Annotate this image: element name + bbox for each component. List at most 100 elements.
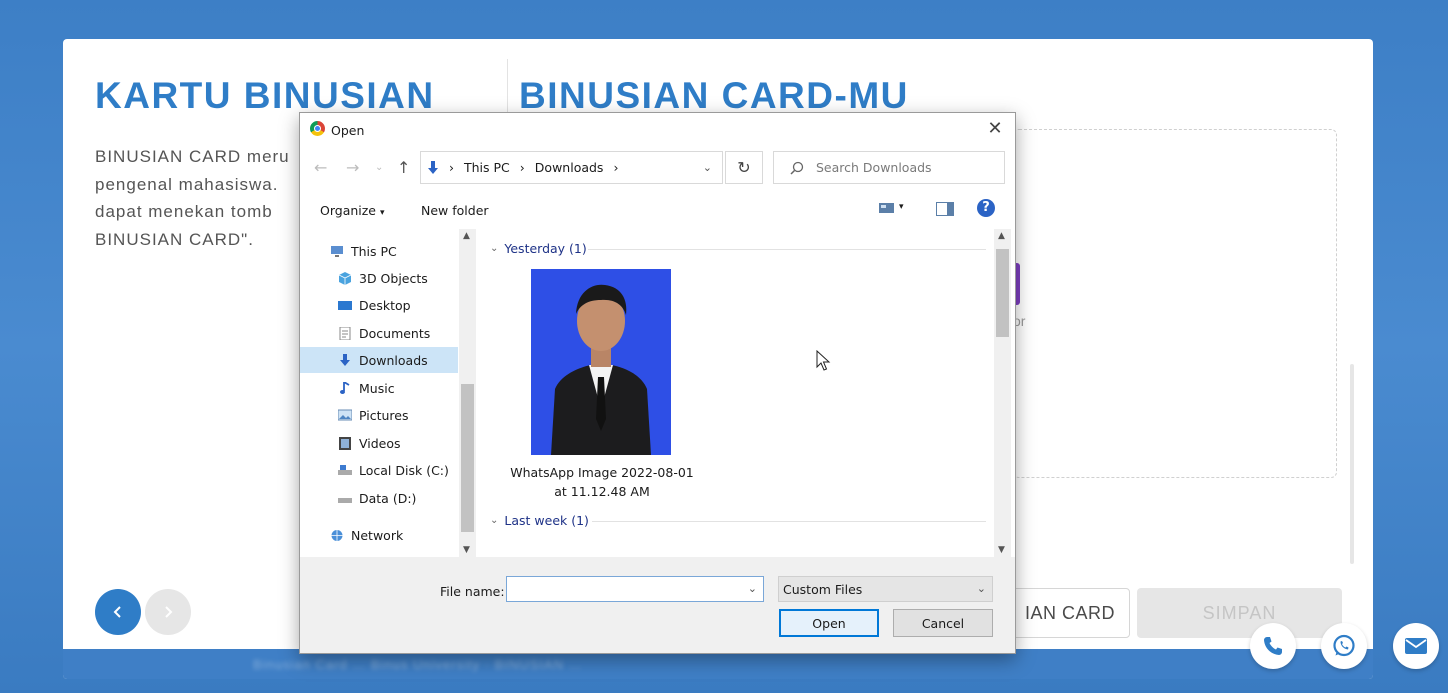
prev-button[interactable] bbox=[95, 589, 141, 635]
nav-item-data-d[interactable]: Data (D:) bbox=[300, 485, 458, 511]
group-divider bbox=[588, 249, 986, 250]
chevron-left-icon bbox=[113, 606, 121, 618]
help-icon[interactable]: ? bbox=[977, 199, 995, 217]
nav-item-music[interactable]: Music bbox=[300, 375, 458, 401]
chevron-down-icon[interactable]: ⌄ bbox=[703, 161, 712, 174]
nav-label: Documents bbox=[359, 325, 431, 341]
nav-label: Pictures bbox=[359, 407, 409, 423]
search-icon bbox=[790, 161, 804, 175]
back-arrow-icon[interactable]: ← bbox=[314, 158, 327, 177]
simpan-button[interactable]: SIMPAN bbox=[1137, 588, 1342, 638]
scroll-up-icon[interactable]: ▲ bbox=[463, 231, 470, 241]
new-folder-button[interactable]: New folder bbox=[421, 203, 489, 218]
close-icon[interactable]: ✕ bbox=[985, 119, 1005, 139]
music-icon bbox=[340, 381, 350, 394]
whatsapp-icon bbox=[1333, 634, 1355, 657]
nav-item-3d-objects[interactable]: 3D Objects bbox=[300, 265, 458, 291]
nav-label: Desktop bbox=[359, 297, 411, 313]
document-icon bbox=[339, 326, 351, 340]
nav-item-this-pc[interactable]: This PC bbox=[300, 238, 458, 264]
nav-label: Downloads bbox=[359, 352, 428, 368]
right-scrollbar[interactable] bbox=[1350, 364, 1354, 564]
dialog-bottom-area: File name: ⌄ Custom Files ⌄ Open Cancel bbox=[300, 557, 1015, 653]
nav-label: Videos bbox=[359, 435, 401, 451]
nav-label: This PC bbox=[351, 243, 397, 259]
file-scroll-thumb[interactable] bbox=[996, 249, 1009, 337]
group-label: Yesterday (1) bbox=[504, 241, 587, 256]
nav-label: Local Disk (C:) bbox=[359, 462, 449, 478]
disk-icon bbox=[338, 464, 352, 475]
breadcrumb-separator: › bbox=[449, 160, 454, 175]
whatsapp-button[interactable] bbox=[1321, 623, 1367, 669]
phone-icon bbox=[1264, 637, 1282, 655]
nav-item-documents[interactable]: Documents bbox=[300, 320, 458, 346]
nav-scroll-thumb[interactable] bbox=[461, 384, 474, 532]
file-list-pane: ⌄ Yesterday (1) WhatsApp Image 2022-08-0… bbox=[480, 229, 1014, 557]
disk-icon bbox=[338, 497, 352, 503]
dialog-title: Open bbox=[331, 123, 365, 138]
kartu-binusian-title: KARTU BINUSIAN bbox=[95, 75, 435, 116]
caret-down-icon: ▾ bbox=[898, 202, 904, 212]
file-name-input[interactable]: ⌄ bbox=[506, 576, 764, 602]
file-type-filter[interactable]: Custom Files ⌄ bbox=[778, 576, 993, 602]
scroll-up-icon[interactable]: ▲ bbox=[998, 231, 1005, 241]
upload-dropzone[interactable] bbox=[1013, 129, 1337, 478]
view-options-button[interactable]: ▾ bbox=[879, 202, 904, 217]
next-button[interactable] bbox=[145, 589, 191, 635]
network-icon bbox=[331, 529, 343, 541]
phone-button[interactable] bbox=[1250, 623, 1296, 669]
footer-text: Binusian Card … Binus University · BINUS… bbox=[253, 657, 583, 672]
scroll-down-icon[interactable]: ▼ bbox=[463, 545, 470, 555]
photo-person-image bbox=[531, 269, 671, 455]
caret-down-icon: ▾ bbox=[379, 208, 385, 218]
nav-item-local-disk-c[interactable]: Local Disk (C:) bbox=[300, 457, 458, 483]
address-bar[interactable]: › This PC › Downloads › ⌄ bbox=[420, 151, 723, 184]
nav-item-network[interactable]: Network bbox=[300, 522, 458, 548]
nav-item-videos[interactable]: Videos bbox=[300, 430, 458, 456]
search-input[interactable]: Search Downloads bbox=[773, 151, 1005, 184]
cancel-button[interactable]: Cancel bbox=[893, 609, 993, 637]
recent-dropdown-icon[interactable]: ⌄ bbox=[375, 162, 383, 173]
chevron-down-icon: ⌄ bbox=[490, 515, 499, 526]
breadcrumb-separator: › bbox=[613, 160, 619, 175]
preview-pane-button[interactable] bbox=[936, 202, 954, 219]
refresh-icon: ↻ bbox=[737, 158, 751, 177]
chevron-down-icon[interactable]: ⌄ bbox=[748, 582, 757, 595]
dialog-titlebar: Open ✕ bbox=[300, 113, 1015, 147]
file-name-label[interactable]: WhatsApp Image 2022-08-01 at 11.12.48 AM bbox=[506, 463, 698, 501]
file-name-line: WhatsApp Image 2022-08-01 bbox=[510, 465, 694, 480]
group-last-week[interactable]: ⌄ Last week (1) bbox=[490, 513, 589, 528]
mail-icon bbox=[1405, 638, 1427, 654]
nav-label: Network bbox=[351, 527, 404, 543]
chrome-icon bbox=[310, 121, 325, 136]
forward-arrow-icon[interactable]: → bbox=[346, 158, 359, 177]
refresh-button[interactable]: ↻ bbox=[725, 151, 763, 184]
file-thumbnail[interactable] bbox=[531, 269, 671, 455]
nav-pane-scrollbar[interactable]: ▲ ▼ bbox=[459, 229, 476, 557]
nav-item-downloads[interactable]: Downloads bbox=[300, 347, 458, 373]
breadcrumb-downloads[interactable]: Downloads bbox=[535, 160, 604, 175]
cube-icon bbox=[338, 271, 352, 285]
organize-button[interactable]: Organize ▾ bbox=[320, 203, 385, 218]
download-icon bbox=[340, 353, 350, 366]
binusian-card-button[interactable]: IAN CARD bbox=[1003, 588, 1130, 638]
organize-label: Organize bbox=[320, 203, 376, 218]
nav-label: Music bbox=[359, 380, 395, 396]
binusian-card-mu-title: BINUSIAN CARD-MU bbox=[519, 75, 909, 116]
chevron-down-icon: ⌄ bbox=[976, 582, 986, 595]
file-list-scrollbar[interactable]: ▲ ▼ bbox=[994, 229, 1011, 557]
chevron-down-icon: ⌄ bbox=[490, 243, 499, 254]
nav-item-desktop[interactable]: Desktop bbox=[300, 292, 458, 318]
open-button[interactable]: Open bbox=[779, 609, 879, 637]
video-icon bbox=[339, 436, 351, 450]
email-button[interactable] bbox=[1393, 623, 1439, 669]
dialog-navbar: ← → ⌄ ↑ › This PC › Downloads › ⌄ ↻ Sear… bbox=[300, 149, 1015, 187]
up-arrow-icon[interactable]: ↑ bbox=[397, 158, 410, 177]
breadcrumb-separator: › bbox=[519, 160, 525, 175]
scroll-down-icon[interactable]: ▼ bbox=[998, 545, 1005, 555]
nav-item-pictures[interactable]: Pictures bbox=[300, 402, 458, 428]
group-divider bbox=[592, 521, 986, 522]
breadcrumb-this-pc[interactable]: This PC bbox=[464, 160, 510, 175]
group-yesterday[interactable]: ⌄ Yesterday (1) bbox=[490, 241, 587, 256]
nav-label: Data (D:) bbox=[359, 490, 417, 506]
